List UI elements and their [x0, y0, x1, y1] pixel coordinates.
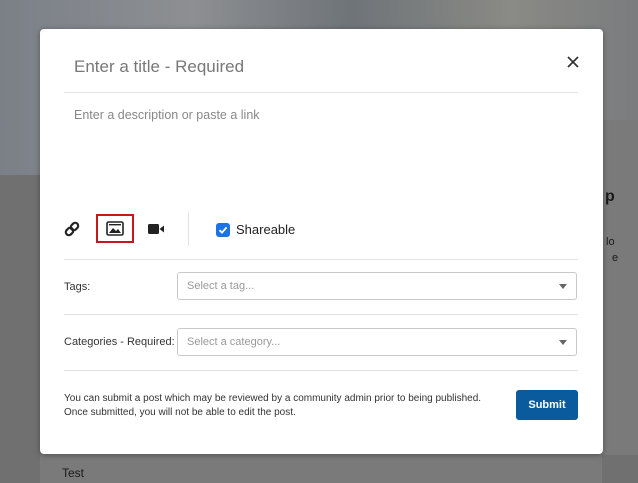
categories-select[interactable]: Select a category...: [177, 328, 577, 356]
video-icon: [148, 224, 164, 234]
background-text-fragment: p: [605, 188, 615, 205]
shareable-label: Shareable: [236, 222, 296, 237]
divider: [64, 259, 578, 260]
image-button[interactable]: [103, 217, 127, 241]
toolbar-divider: [188, 212, 189, 246]
create-post-dialog: Enter a title - Required Enter a descrip…: [40, 29, 603, 454]
checkmark-icon: [218, 226, 228, 234]
divider: [64, 92, 578, 93]
background-text-fragment: lo: [606, 236, 615, 248]
close-button[interactable]: [560, 49, 586, 75]
tags-select[interactable]: Select a tag...: [177, 272, 577, 300]
submission-note: You can submit a post which may be revie…: [64, 393, 482, 418]
shareable-checkbox[interactable]: [216, 223, 230, 237]
background-text-fragment: Test: [62, 466, 85, 480]
image-icon: [106, 221, 124, 236]
close-icon: [567, 56, 579, 68]
divider: [64, 370, 578, 371]
video-button[interactable]: [144, 217, 168, 241]
title-input[interactable]: Enter a title - Required: [74, 57, 244, 77]
chevron-down-icon: [559, 340, 567, 345]
chevron-down-icon: [559, 284, 567, 289]
description-input[interactable]: Enter a description or paste a link: [74, 108, 260, 122]
tags-placeholder: Select a tag...: [187, 280, 255, 292]
categories-placeholder: Select a category...: [187, 336, 281, 348]
link-icon: [64, 221, 80, 237]
background-bottom-strip: [40, 454, 602, 483]
tags-label: Tags:: [64, 281, 91, 293]
divider: [64, 314, 578, 315]
background-text-fragment: e: [612, 252, 619, 264]
categories-label: Categories - Required:: [64, 336, 175, 348]
submit-button[interactable]: Submit: [516, 390, 578, 420]
link-button[interactable]: [60, 217, 84, 241]
background-right-column: [602, 120, 638, 455]
